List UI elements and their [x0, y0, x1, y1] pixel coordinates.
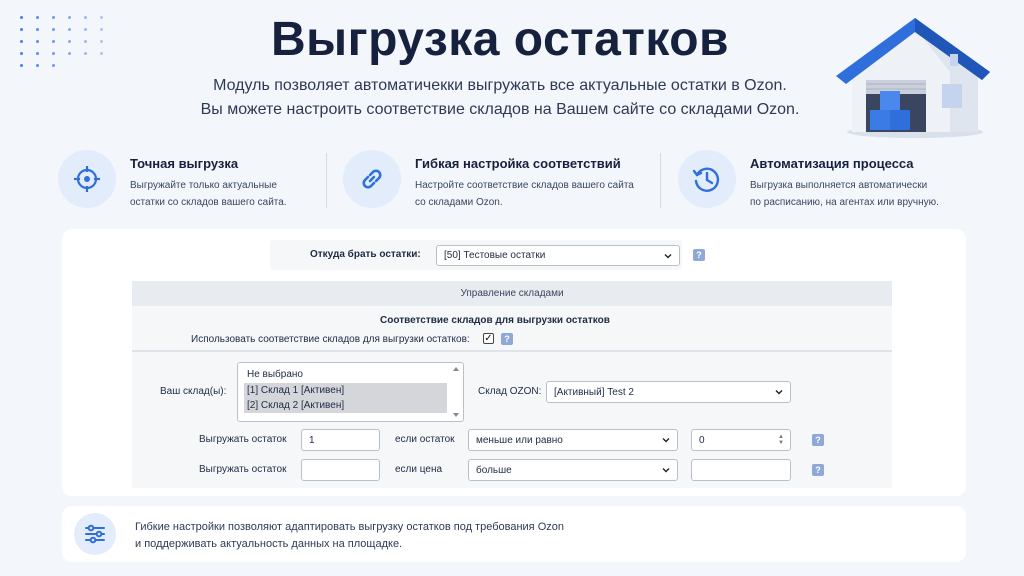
target-icon [58, 150, 116, 208]
use-mapping-label: Использовать соответствие складов для вы… [191, 334, 470, 345]
rule1-label: Выгружать остаток [199, 434, 287, 445]
sliders-icon [74, 513, 116, 555]
source-label: Откуда брать остатки: [310, 249, 421, 260]
ozon-store-label: Склад OZON: [478, 386, 542, 397]
rule1-operator-select[interactable]: меньше или равно [468, 429, 678, 451]
link-icon [343, 150, 401, 208]
help-icon[interactable]: ? [812, 464, 824, 476]
chevron-down-icon [664, 253, 672, 258]
help-icon[interactable]: ? [812, 434, 824, 446]
rule2-condition-label: если цена [395, 464, 443, 475]
feature-title: Автоматизация процесса [750, 156, 914, 171]
rule2-operator-select[interactable]: больше [468, 459, 678, 481]
rule2-threshold-input[interactable] [691, 459, 791, 481]
divider [132, 350, 892, 352]
footer-note [62, 506, 966, 562]
list-item[interactable]: [1] Склад 1 [Активен] [244, 383, 447, 398]
source-select-value: [50] Тестовые остатки [444, 250, 546, 261]
feature-desc: Выгрузка выполняется автоматически по рас… [750, 180, 939, 208]
rule2-value-input[interactable] [301, 459, 380, 481]
rule1-operator-value: меньше или равно [476, 434, 563, 446]
chevron-down-icon [662, 438, 670, 443]
your-stores-label: Ваш склад(ы): [160, 386, 227, 397]
feature-desc: Настройте соответствие складов вашего са… [415, 180, 634, 208]
help-icon[interactable]: ? [501, 333, 513, 345]
feature-title: Гибкая настройка соответствий [415, 156, 621, 171]
rule2-label: Выгружать остаток [199, 464, 287, 475]
source-select[interactable]: [50] Тестовые остатки [436, 245, 680, 266]
feature-desc: Выгружайте только актуальные остатки со с… [130, 180, 287, 208]
rule2-operator-value: больше [476, 464, 512, 476]
list-item[interactable]: [2] Склад 2 [Активен] [244, 398, 447, 413]
list-item[interactable]: Не выбрано [244, 367, 447, 382]
help-icon[interactable]: ? [693, 249, 705, 261]
feature-title: Точная выгрузка [130, 156, 239, 171]
footer-line2: и поддерживать актуальность данных на пл… [135, 538, 403, 550]
rule1-condition-label: если остаток [395, 434, 455, 445]
rule1-threshold-value: 0 [699, 434, 705, 446]
chevron-down-icon [662, 468, 670, 473]
divider [660, 153, 661, 208]
footer-line1: Гибкие настройки позволяют адаптировать … [135, 521, 564, 533]
chevron-down-icon [775, 390, 783, 395]
number-stepper[interactable]: ▲ ▼ [778, 434, 784, 447]
your-stores-listbox[interactable]: Не выбрано [1] Склад 1 [Активен] [2] Скл… [237, 362, 464, 422]
ozon-store-value: [Активный] Test 2 [554, 386, 634, 398]
ozon-store-select[interactable]: [Активный] Test 2 [546, 381, 791, 403]
rule1-threshold-input[interactable]: 0 ▲ ▼ [691, 429, 791, 451]
rule1-value-input[interactable]: 1 [301, 429, 380, 451]
section-header: Управление складами [132, 281, 892, 306]
mapping-title: Соответствие складов для выгрузки остатк… [380, 315, 610, 326]
clock-icon [678, 150, 736, 208]
warehouse-illustration [836, 18, 990, 138]
scrollbar[interactable] [452, 366, 460, 418]
use-mapping-checkbox[interactable]: ✓ [483, 333, 494, 344]
divider [326, 153, 327, 208]
